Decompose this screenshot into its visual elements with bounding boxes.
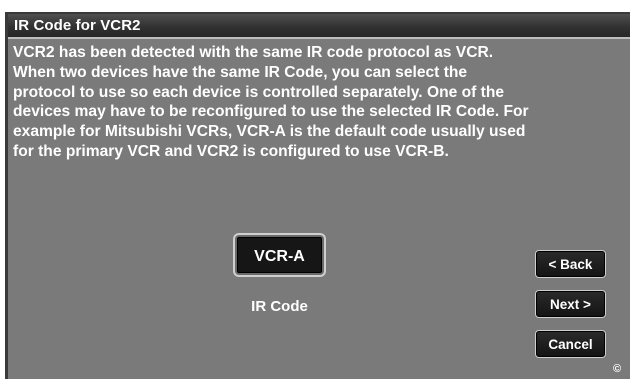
message-line: for the primary VCR and VCR2 is configur…	[13, 142, 449, 160]
ir-code-dialog: IR Code for VCR2 VCR2 has been detected …	[5, 12, 630, 379]
dialog-title: IR Code for VCR2	[14, 17, 141, 34]
ir-code-label: IR Code	[251, 298, 308, 315]
ir-code-selector-button[interactable]: VCR-A	[235, 235, 324, 275]
next-button[interactable]: Next >	[536, 291, 605, 317]
message-line: protocol to use so each device is contro…	[13, 83, 505, 101]
message-line: VCR2 has been detected with the same IR …	[13, 44, 494, 61]
cancel-button[interactable]: Cancel	[536, 331, 605, 357]
message-line: example for Mitsubishi VCRs, VCR-A is th…	[13, 123, 526, 141]
copyright-icon: ©	[613, 363, 622, 375]
message-line: When two devices have the same IR Code, …	[13, 63, 468, 81]
dialog-message: VCR2 has been detected with the same IR …	[13, 43, 625, 162]
dialog-title-bar: IR Code for VCR2	[8, 14, 630, 39]
message-line: devices may have to be reconfigured to u…	[13, 103, 529, 121]
back-button[interactable]: < Back	[536, 251, 605, 277]
